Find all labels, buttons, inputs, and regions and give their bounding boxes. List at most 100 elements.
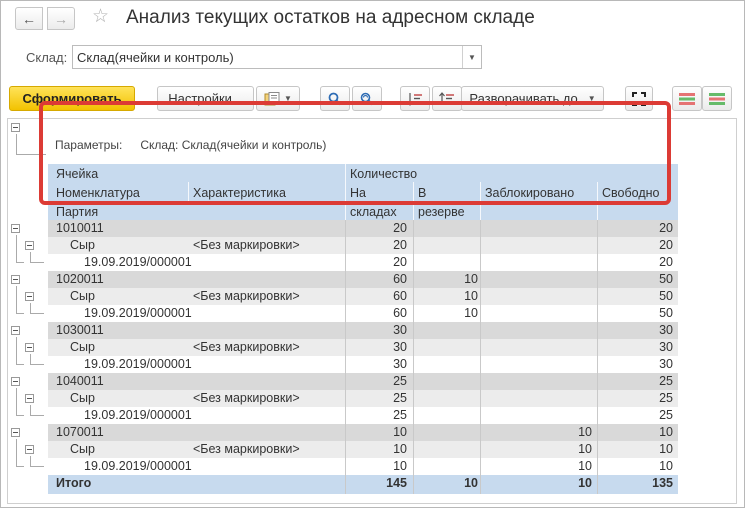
column-separator: [480, 356, 481, 373]
collapse-cell-toggle[interactable]: [11, 326, 20, 335]
header-free: Свободно: [602, 186, 660, 200]
column-separator: [480, 305, 481, 322]
table-row-cell[interactable]: 1040011 25 25: [48, 373, 678, 390]
tree-line: [16, 337, 17, 365]
table-row-cell[interactable]: 1030011 30 30: [48, 322, 678, 339]
sort-descending-icon: [439, 91, 454, 105]
sort-ascending-button[interactable]: [400, 86, 430, 111]
warehouse-select[interactable]: Склад(ячейки и контроль) ▼: [72, 45, 482, 69]
column-separator: [413, 305, 414, 322]
search-refresh-button[interactable]: [352, 86, 382, 111]
cell-free: 50: [659, 289, 673, 303]
column-separator: [345, 475, 346, 494]
table-row-batch[interactable]: 19.09.2019/000001 60 10 50: [48, 305, 678, 322]
batch-number: 19.09.2019/000001: [84, 255, 192, 269]
column-separator: [413, 271, 414, 288]
column-separator: [597, 390, 598, 407]
table-row-batch[interactable]: 19.09.2019/000001 25 25: [48, 407, 678, 424]
cell-code: 1010011: [56, 221, 104, 235]
header-reserve-1: В: [418, 186, 427, 200]
cell-in-stock: 20: [393, 221, 407, 235]
settings-button[interactable]: Настройки...: [157, 86, 254, 111]
cell-blocked: 10: [578, 476, 592, 490]
batch-number: 19.09.2019/000001: [84, 357, 192, 371]
warehouse-label: Склад:: [26, 50, 68, 65]
column-separator: [345, 220, 346, 237]
collapse-parameters-toggle[interactable]: [11, 123, 20, 132]
column-separator: [345, 373, 346, 390]
header-reserve-2: резерве: [418, 205, 465, 219]
collapse-item-toggle[interactable]: [25, 343, 34, 352]
collapse-item-toggle[interactable]: [25, 292, 34, 301]
forward-button[interactable]: →: [47, 7, 75, 30]
chevron-down-icon[interactable]: ▼: [462, 46, 481, 68]
batch-number: 19.09.2019/000001: [84, 408, 192, 422]
table-row-batch[interactable]: 19.09.2019/000001 20 20: [48, 254, 678, 271]
collapse-cell-toggle[interactable]: [11, 224, 20, 233]
cell-free: 30: [659, 323, 673, 337]
cell-free: 25: [659, 374, 673, 388]
tree-line: [30, 262, 44, 263]
tree-line: [16, 415, 24, 416]
table-row-item[interactable]: Сыр <Без маркировки> 60 10 50: [48, 288, 678, 305]
column-separator: [480, 237, 481, 254]
expand-to-dropdown[interactable]: Разворачивать до ▼: [461, 86, 604, 111]
table-row-batch[interactable]: 19.09.2019/000001 30 30: [48, 356, 678, 373]
search-button[interactable]: [320, 86, 350, 111]
column-separator: [345, 356, 346, 373]
sort-descending-button[interactable]: [432, 86, 462, 111]
back-button[interactable]: ←: [15, 7, 43, 30]
column-separator: [345, 424, 346, 441]
report-variant-icon: [264, 91, 280, 105]
header-batch: Партия: [56, 205, 99, 219]
cell-free: 20: [659, 238, 673, 252]
tree-line: [30, 415, 44, 416]
cell-free: 50: [659, 306, 673, 320]
cell-in-stock: 145: [386, 476, 407, 490]
warehouse-value: Склад(ячейки и контроль): [77, 49, 234, 65]
table-row-cell[interactable]: 1010011 20 20: [48, 220, 678, 237]
collapse-cell-toggle[interactable]: [11, 428, 20, 437]
batch-number: 19.09.2019/000001: [84, 306, 192, 320]
cell-code: 1040011: [56, 374, 104, 388]
expand-to-label: Разворачивать до: [469, 91, 578, 106]
table-row-item[interactable]: Сыр <Без маркировки> 25 25: [48, 390, 678, 407]
tree-line: [16, 235, 17, 263]
table-row-cell[interactable]: 1070011 10 10 10: [48, 424, 678, 441]
column-separator: [480, 254, 481, 271]
item-characteristic: <Без маркировки>: [193, 289, 300, 303]
header-quantity: Количество: [350, 167, 418, 181]
tree-line: [16, 262, 24, 263]
table-row-item[interactable]: Сыр <Без маркировки> 20 20: [48, 237, 678, 254]
fullscreen-icon: [632, 91, 646, 106]
table-row-item[interactable]: Сыр <Без маркировки> 10 10 10: [48, 441, 678, 458]
tree-line: [16, 154, 46, 155]
color-scheme-button-1[interactable]: [672, 86, 702, 111]
column-separator: [345, 390, 346, 407]
table-row-batch[interactable]: 19.09.2019/000001 10 10 10: [48, 458, 678, 475]
cell-free: 135: [652, 476, 673, 490]
parameters-label: Параметры:: [55, 138, 123, 152]
collapse-item-toggle[interactable]: [25, 394, 34, 403]
favorite-star-icon[interactable]: ☆: [92, 7, 109, 26]
table-row-item[interactable]: Сыр <Без маркировки> 30 30: [48, 339, 678, 356]
collapse-item-toggle[interactable]: [25, 445, 34, 454]
report-variant-button[interactable]: ▼: [256, 86, 300, 111]
cell-free: 50: [659, 272, 673, 286]
table-row-cell[interactable]: 1020011 60 10 50: [48, 271, 678, 288]
color-scheme-button-2[interactable]: [702, 86, 732, 111]
header-separator: [480, 182, 481, 220]
cell-blocked: 10: [578, 442, 592, 456]
column-separator: [597, 441, 598, 458]
header-separator: [413, 182, 414, 220]
collapse-cell-toggle[interactable]: [11, 275, 20, 284]
fullscreen-button[interactable]: [625, 86, 653, 111]
header-nomenclature: Номенклатура: [56, 186, 140, 200]
batch-number: 19.09.2019/000001: [84, 459, 192, 473]
collapse-item-toggle[interactable]: [25, 241, 34, 250]
collapse-cell-toggle[interactable]: [11, 377, 20, 386]
generate-button[interactable]: Сформировать: [9, 86, 135, 111]
cell-reserve: 10: [464, 289, 478, 303]
cell-reserve: 10: [464, 476, 478, 490]
report-area[interactable]: Параметры: Склад: Склад(ячейки и контроль…: [7, 118, 737, 504]
